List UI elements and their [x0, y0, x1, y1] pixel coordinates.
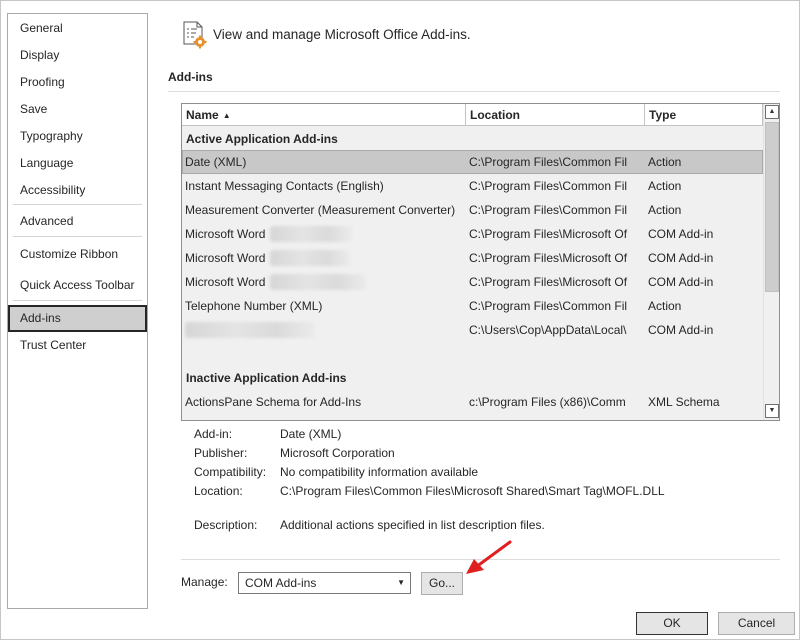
options-sidebar: General Display Proofing Save Typography… [7, 13, 148, 609]
cell-location: C:\Program Files\Microsoft Of [469, 251, 628, 265]
group-label: Active Application Add-ins [186, 132, 338, 146]
manage-label: Manage: [181, 575, 228, 589]
sidebar-item-display[interactable]: Display [8, 43, 147, 68]
cell-name: Microsoft Word [185, 227, 266, 241]
detail-label-addin: Add-in: [194, 427, 233, 441]
cell-location: c:\Program Files (x86)\Comm [469, 395, 626, 409]
annotation-arrow-icon [466, 540, 512, 574]
cancel-button[interactable]: Cancel [718, 612, 795, 635]
detail-value-description: Additional actions specified in list des… [280, 518, 545, 532]
cell-name: Measurement Converter (Measurement Conve… [185, 203, 456, 217]
sidebar-item-typography[interactable]: Typography [8, 124, 147, 149]
detail-value-compatibility: No compatibility information available [280, 465, 479, 479]
cell-name: Instant Messaging Contacts (English) [185, 179, 384, 193]
sidebar-item-save[interactable]: Save [8, 97, 147, 122]
detail-label-description: Description: [194, 518, 258, 532]
redacted-text [270, 226, 352, 242]
manage-selected-value: COM Add-ins [245, 576, 317, 590]
detail-label-location: Location: [194, 484, 243, 498]
cell-name: Date (XML) [185, 155, 247, 169]
addins-settings-icon [183, 21, 207, 49]
section-title: Add-ins [168, 70, 213, 84]
scroll-thumb[interactable] [765, 122, 779, 292]
section-divider [168, 91, 780, 92]
chevron-down-icon: ▼ [397, 578, 405, 587]
table-header: Name ▲ Location Type [182, 104, 763, 126]
cell-location: C:\Program Files\Common Fil [469, 179, 628, 193]
cell-type: COM Add-in [648, 227, 714, 241]
cell-type: XML Schema [648, 395, 720, 409]
go-button[interactable]: Go... [421, 572, 463, 595]
table-row[interactable]: Microsoft Word C:\Program Files\Microsof… [182, 270, 763, 294]
scroll-up-icon[interactable]: ▲ [765, 105, 779, 119]
group-header-inactive: Inactive Application Add-ins [182, 366, 763, 390]
table-row[interactable]: ActionsPane Schema for Add-Ins c:\Progra… [182, 390, 763, 414]
page-description: View and manage Microsoft Office Add-ins… [213, 27, 471, 42]
sidebar-item-quick-access-toolbar[interactable]: Quick Access Toolbar [8, 273, 147, 298]
table-row[interactable]: Measurement Converter (Measurement Conve… [182, 198, 763, 222]
detail-label-publisher: Publisher: [194, 446, 248, 460]
table-row[interactable]: Instant Messaging Contacts (English) C:\… [182, 174, 763, 198]
sidebar-item-advanced[interactable]: Advanced [8, 209, 147, 234]
cell-location: C:\Program Files\Microsoft Of [469, 227, 628, 241]
redacted-text [270, 250, 350, 266]
group-label: Inactive Application Add-ins [186, 371, 347, 385]
table-row[interactable]: C:\Users\Cop\AppData\Local\ COM Add-in [182, 318, 763, 342]
group-header-active: Active Application Add-ins [182, 127, 763, 151]
sidebar-item-language[interactable]: Language [8, 151, 147, 176]
cell-name: Microsoft Word [185, 251, 266, 265]
table-row[interactable]: Telephone Number (XML) C:\Program Files\… [182, 294, 763, 318]
ok-button[interactable]: OK [636, 612, 708, 635]
sidebar-item-add-ins[interactable]: Add-ins [8, 305, 147, 332]
cell-type: COM Add-in [648, 323, 714, 337]
cell-type: Action [648, 179, 682, 193]
cell-name: ActionsPane Schema for Add-Ins [185, 395, 362, 409]
cell-name: Microsoft Word [185, 275, 266, 289]
detail-value-addin: Date (XML) [280, 427, 342, 441]
addins-table: Name ▲ Location Type Active Application A… [181, 103, 780, 421]
manage-dropdown[interactable]: COM Add-ins ▼ [238, 572, 411, 594]
sidebar-divider [13, 236, 142, 237]
detail-label-compatibility: Compatibility: [194, 465, 267, 479]
sidebar-item-trust-center[interactable]: Trust Center [8, 333, 147, 358]
redacted-text [270, 274, 366, 290]
table-row[interactable]: Microsoft Word C:\Program Files\Microsof… [182, 246, 763, 270]
sidebar-item-customize-ribbon[interactable]: Customize Ribbon [8, 242, 147, 267]
sidebar-item-accessibility[interactable]: Accessibility [8, 178, 147, 203]
cell-type: Action [648, 203, 682, 217]
cell-name: Telephone Number (XML) [185, 299, 323, 313]
cell-type: Action [648, 155, 682, 169]
cell-type: COM Add-in [648, 251, 714, 265]
sort-ascending-icon: ▲ [222, 111, 231, 120]
sidebar-item-general[interactable]: General [8, 16, 147, 41]
cell-location: C:\Program Files\Common Fil [469, 203, 628, 217]
detail-value-publisher: Microsoft Corporation [280, 446, 395, 460]
scroll-down-icon[interactable]: ▼ [765, 404, 779, 418]
sidebar-item-proofing[interactable]: Proofing [8, 70, 147, 95]
sidebar-divider [13, 300, 142, 301]
cell-location: C:\Program Files\Microsoft Of [469, 275, 628, 289]
cell-type: COM Add-in [648, 275, 714, 289]
detail-value-location: C:\Program Files\Common Files\Microsoft … [280, 484, 665, 498]
cell-location: C:\Users\Cop\AppData\Local\ [469, 323, 627, 337]
redacted-text [185, 322, 315, 338]
cell-location: C:\Program Files\Common Fil [469, 155, 628, 169]
column-header-location[interactable]: Location [466, 104, 645, 126]
column-header-type[interactable]: Type [645, 104, 763, 126]
table-scrollbar[interactable]: ▲ ▼ [763, 104, 779, 420]
table-row[interactable]: Microsoft Word C:\Program Files\Microsof… [182, 222, 763, 246]
column-header-name[interactable]: Name ▲ [182, 104, 466, 126]
cell-location: C:\Program Files\Common Fil [469, 299, 628, 313]
sidebar-divider [13, 204, 142, 205]
cell-type: Action [648, 299, 682, 313]
table-row[interactable]: Date (XML) C:\Program Files\Common Fil A… [182, 150, 763, 174]
